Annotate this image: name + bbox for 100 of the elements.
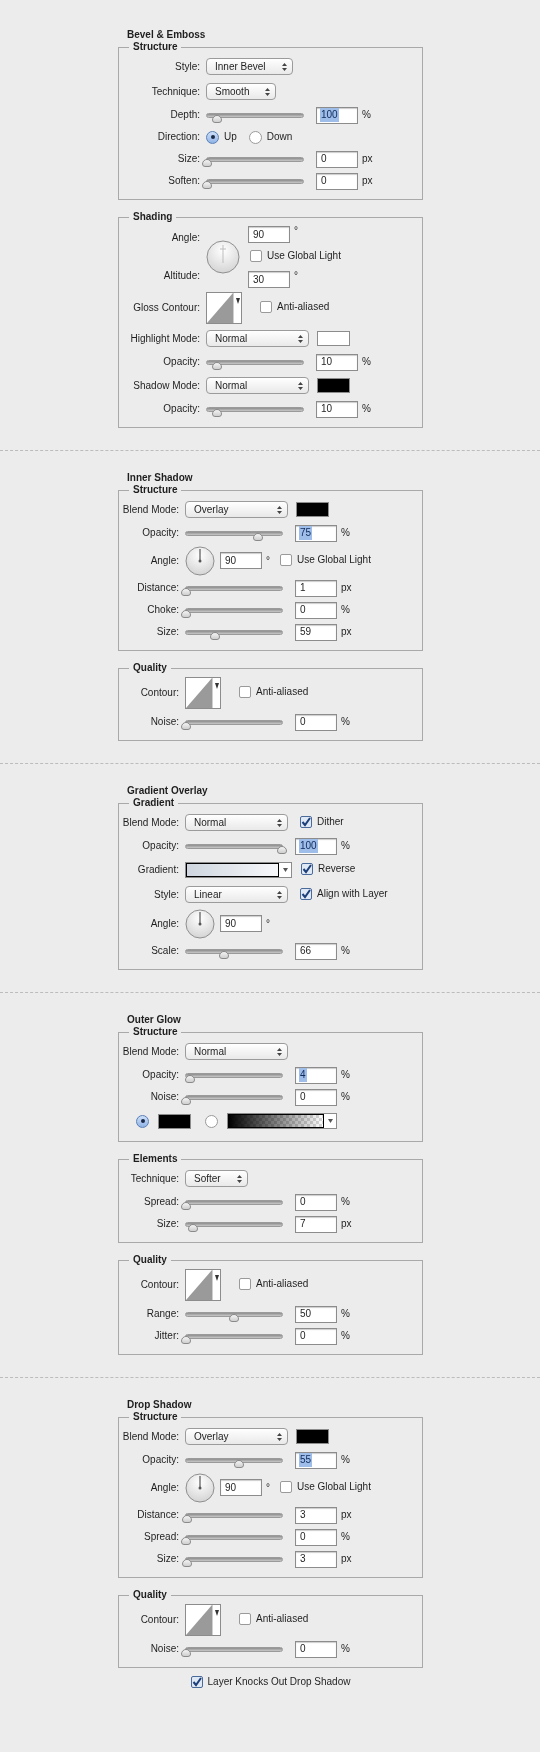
checkbox[interactable] [280, 553, 292, 566]
value-field[interactable]: 10 [316, 400, 358, 418]
slider-thumb[interactable] [202, 158, 212, 167]
slider-thumb[interactable] [219, 950, 230, 959]
value-field[interactable]: 90 [220, 552, 262, 569]
contour-picker[interactable] [206, 292, 242, 324]
value-field[interactable]: 75 [295, 524, 337, 542]
slider-thumb[interactable] [181, 1648, 191, 1657]
slider-thumb[interactable] [181, 1536, 191, 1545]
slider-thumb[interactable] [181, 587, 191, 596]
dropdown-select[interactable]: Normal [206, 377, 309, 394]
value-field[interactable]: 59 [295, 623, 337, 641]
dropdown-select[interactable]: Softer [185, 1170, 248, 1187]
value-field[interactable]: 0 [295, 1193, 337, 1211]
slider-thumb[interactable] [211, 408, 222, 417]
checkbox[interactable] [250, 250, 262, 262]
slider-thumb[interactable] [181, 609, 191, 618]
value-field[interactable]: 0 [295, 1528, 337, 1546]
checkbox-label[interactable]: Dither [317, 817, 344, 827]
radio-label[interactable]: Up [224, 132, 237, 142]
value-field[interactable]: 0 [295, 1088, 337, 1106]
value-field[interactable]: 66 [295, 942, 337, 960]
checkbox-label[interactable]: Align with Layer [317, 889, 388, 899]
value-field[interactable]: 55 [295, 1451, 337, 1469]
angle-dial[interactable] [206, 240, 240, 274]
checkbox[interactable] [239, 1613, 251, 1625]
value-field[interactable]: 90 [248, 226, 290, 243]
slider-thumb[interactable] [181, 1096, 191, 1105]
color-swatch[interactable] [317, 378, 350, 393]
radio-label[interactable]: Down [266, 132, 293, 142]
value-field[interactable]: 0 [295, 713, 337, 731]
radio-button[interactable] [205, 1114, 218, 1128]
value-field[interactable]: 0 [316, 172, 358, 190]
gradient-picker[interactable] [227, 1113, 337, 1129]
checkbox-label[interactable]: Anti-aliased [277, 302, 330, 312]
value-field[interactable]: 100 [295, 837, 337, 855]
angle-dial[interactable] [185, 545, 215, 576]
checkbox[interactable] [301, 863, 313, 875]
gradient-picker[interactable] [185, 861, 292, 878]
checkbox[interactable] [260, 301, 272, 313]
slider-thumb[interactable] [181, 721, 191, 730]
checkbox-label[interactable]: Use Global Light [297, 554, 371, 565]
slider-thumb[interactable] [233, 1459, 244, 1468]
checkbox[interactable] [300, 816, 312, 828]
checkbox[interactable] [239, 1278, 251, 1290]
contour-picker[interactable] [185, 677, 221, 709]
dropdown-select[interactable]: Smooth [206, 83, 277, 100]
value-field[interactable]: 0 [295, 601, 337, 619]
slider-thumb[interactable] [181, 1201, 191, 1210]
value-field[interactable]: 90 [220, 915, 262, 932]
value-field[interactable]: 7 [295, 1215, 337, 1233]
value-field[interactable]: 100 [316, 106, 358, 124]
value-field[interactable]: 50 [295, 1305, 337, 1323]
slider-thumb[interactable] [211, 114, 222, 123]
value-field[interactable]: 1 [295, 579, 337, 597]
checkbox-label[interactable]: Anti-aliased [256, 1279, 309, 1289]
radio-button[interactable] [248, 130, 262, 144]
color-swatch[interactable] [296, 502, 329, 517]
value-field[interactable]: 3 [295, 1550, 337, 1568]
dropdown-select[interactable]: Inner Bevel [206, 58, 293, 75]
value-field[interactable]: 3 [295, 1506, 337, 1524]
dropdown-select[interactable]: Linear [185, 886, 288, 903]
value-field[interactable]: 10 [316, 353, 358, 371]
color-swatch[interactable] [317, 331, 350, 346]
radio-button[interactable] [136, 1114, 149, 1128]
slider-thumb[interactable] [181, 1514, 192, 1523]
dropdown-select[interactable]: Normal [185, 814, 288, 831]
color-swatch[interactable] [296, 1429, 329, 1444]
checkbox-label[interactable]: Layer Knocks Out Drop Shadow [207, 1677, 351, 1687]
slider-thumb[interactable] [187, 1223, 198, 1232]
value-field[interactable]: 0 [295, 1640, 337, 1658]
contour-picker[interactable] [185, 1269, 221, 1301]
color-swatch[interactable] [158, 1113, 191, 1129]
checkbox[interactable] [280, 1480, 292, 1493]
slider-thumb[interactable] [184, 1074, 195, 1083]
checkbox[interactable] [300, 888, 312, 900]
value-field[interactable]: 0 [316, 150, 358, 168]
dropdown-select[interactable]: Overlay [185, 501, 288, 518]
checkbox-label[interactable]: Anti-aliased [256, 1614, 309, 1624]
value-field[interactable]: 0 [295, 1327, 337, 1345]
value-field[interactable]: 30 [248, 271, 290, 288]
slider-thumb[interactable] [181, 1335, 191, 1344]
slider-thumb[interactable] [181, 1558, 192, 1567]
checkbox[interactable] [190, 1676, 203, 1688]
slider-thumb[interactable] [202, 180, 212, 189]
slider-thumb[interactable] [211, 361, 222, 370]
dropdown-select[interactable]: Normal [185, 1043, 288, 1060]
checkbox-label[interactable]: Anti-aliased [256, 687, 309, 697]
dropdown-select[interactable]: Overlay [185, 1428, 288, 1445]
slider-thumb[interactable] [253, 532, 263, 541]
slider-thumb[interactable] [229, 1313, 239, 1322]
checkbox-label[interactable]: Use Global Light [297, 1481, 371, 1492]
checkbox[interactable] [239, 686, 251, 698]
contour-picker[interactable] [185, 1604, 221, 1636]
angle-dial[interactable] [185, 908, 215, 939]
value-field[interactable]: 4 [295, 1066, 337, 1084]
angle-dial[interactable] [185, 1472, 215, 1503]
value-field[interactable]: 90 [220, 1479, 262, 1496]
checkbox-label[interactable]: Reverse [318, 864, 356, 874]
radio-button[interactable] [206, 130, 219, 144]
